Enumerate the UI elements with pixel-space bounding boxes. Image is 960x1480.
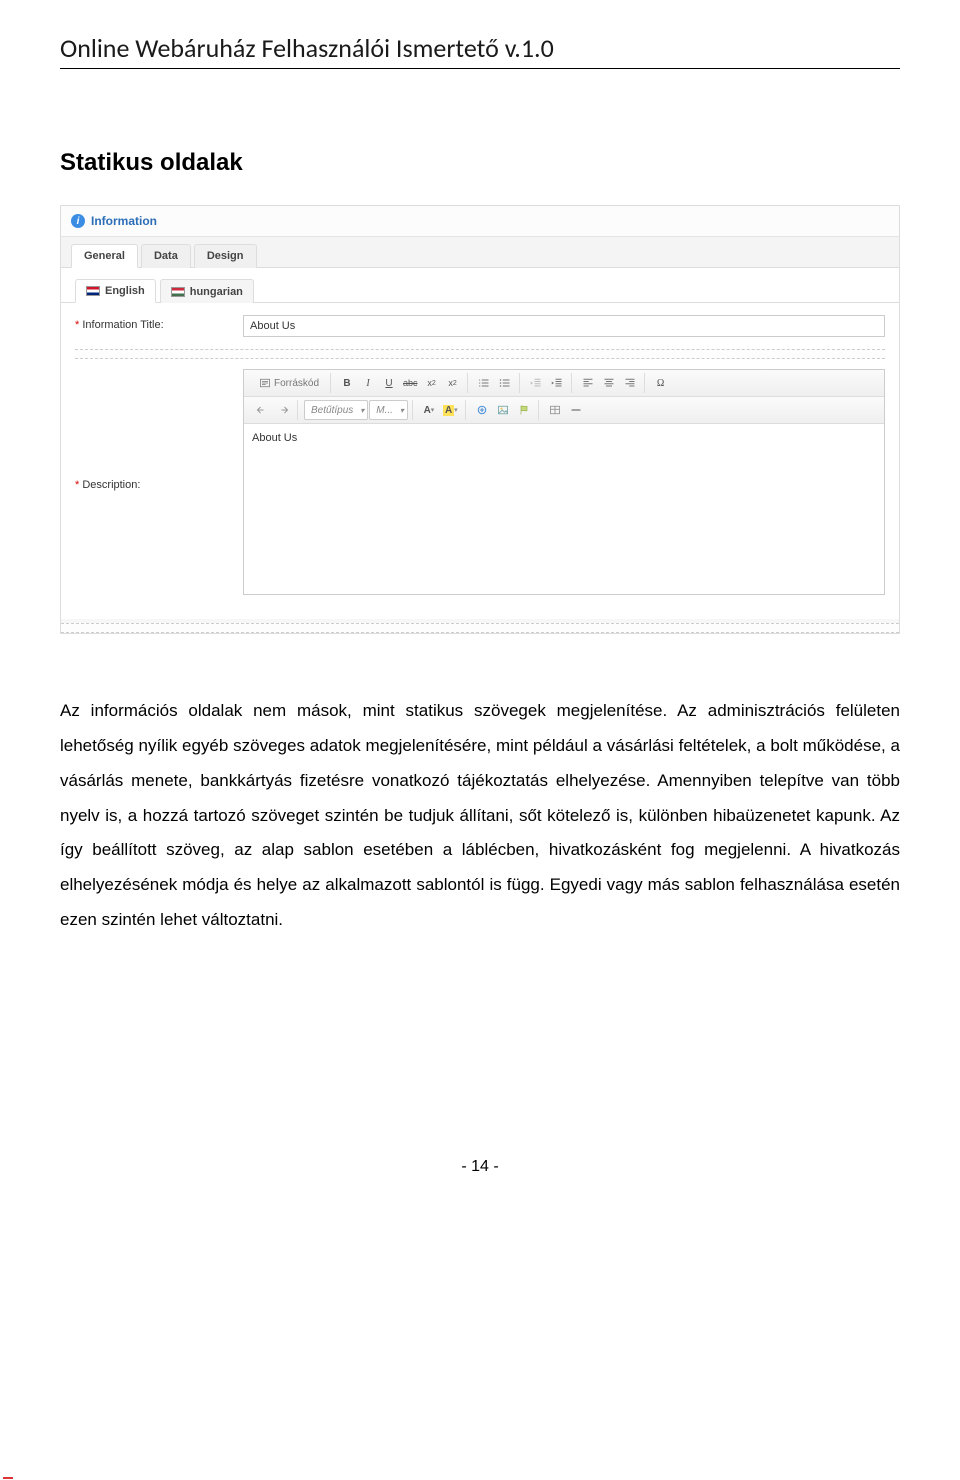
align-center-button[interactable] [599, 373, 619, 393]
tab-data[interactable]: Data [141, 244, 191, 268]
text-color-button[interactable]: A▾ [419, 400, 439, 420]
align-right-icon [624, 377, 636, 389]
redo-button[interactable] [273, 400, 293, 420]
table-icon [549, 404, 561, 416]
lang-tab-english[interactable]: English [75, 279, 156, 303]
link-icon [476, 404, 488, 416]
row-divider [75, 349, 885, 359]
panel-header: i Information [61, 206, 899, 237]
editor-toolbar-2: Betűtípus M... A▾ A▾ [244, 397, 884, 424]
editor-content[interactable]: About Us [244, 424, 884, 594]
outdent-button[interactable] [526, 373, 546, 393]
lang-tab-hungarian[interactable]: hungarian [160, 279, 254, 303]
information-title-input[interactable] [243, 315, 885, 337]
flag-en-icon [86, 286, 100, 296]
label-information-title: * Information Title: [75, 315, 235, 331]
underline-button[interactable]: U [379, 373, 399, 393]
flag-button[interactable] [514, 400, 534, 420]
source-button[interactable]: Forráskód [252, 373, 326, 393]
table-button[interactable] [545, 400, 565, 420]
font-family-dropdown[interactable]: Betűtípus [304, 400, 368, 420]
body-paragraph: Az információs oldalak nem mások, mint s… [60, 694, 900, 938]
lang-label-hungarian: hungarian [190, 286, 243, 298]
rich-text-editor: Forráskód B I U abc x2 x2 [243, 369, 885, 595]
numbered-list-icon: 123 [478, 377, 490, 389]
font-size-dropdown[interactable]: M... [369, 400, 408, 420]
info-icon: i [71, 214, 85, 228]
image-icon [497, 404, 509, 416]
align-left-button[interactable] [578, 373, 598, 393]
redo-icon [277, 404, 289, 416]
bullet-list-icon [499, 377, 511, 389]
undo-button[interactable] [252, 400, 272, 420]
link-button[interactable] [472, 400, 492, 420]
row-information-title: * Information Title: [75, 315, 885, 337]
tab-design[interactable]: Design [194, 244, 257, 268]
lang-label-english: English [105, 285, 145, 297]
main-tabs: General Data Design [61, 237, 899, 268]
indent-icon [551, 377, 563, 389]
hr-icon [570, 404, 582, 416]
undo-icon [256, 404, 268, 416]
bg-color-button[interactable]: A▾ [440, 400, 461, 420]
align-left-icon [582, 377, 594, 389]
tab-general[interactable]: General [71, 244, 138, 268]
flag-hu-icon [171, 287, 185, 297]
bold-button[interactable]: B [337, 373, 357, 393]
hr-button[interactable] [566, 400, 586, 420]
document-header: Online Webáruház Felhasználói Ismertető … [60, 32, 900, 69]
page-footer: - 14 - [60, 1158, 900, 1176]
panel-bottom-divider [61, 623, 899, 633]
omega-button[interactable]: Ω [651, 373, 671, 393]
svg-text:3: 3 [478, 384, 480, 388]
numbered-list-button[interactable]: 123 [474, 373, 494, 393]
align-center-icon [603, 377, 615, 389]
text-color-swatch [3, 1477, 13, 1479]
source-label: Forráskód [274, 378, 319, 389]
language-tabs: English hungarian [61, 268, 899, 303]
label-text-title: Information Title: [82, 319, 163, 331]
editor-toolbar-1: Forráskód B I U abc x2 x2 [244, 370, 884, 397]
indent-button[interactable] [547, 373, 567, 393]
flag-icon [518, 404, 530, 416]
label-text-description: Description: [82, 479, 140, 491]
italic-button[interactable]: I [358, 373, 378, 393]
label-description: * Description: [75, 369, 235, 595]
form-area: * Information Title: * Description: For [61, 303, 899, 619]
image-button[interactable] [493, 400, 513, 420]
panel-title: Information [91, 214, 157, 228]
bullet-list-button[interactable] [495, 373, 515, 393]
row-description: * Description: Forráskód B I [75, 369, 885, 595]
source-icon [259, 377, 271, 389]
information-panel: i Information General Data Design Englis… [60, 205, 900, 634]
strike-button[interactable]: abc [400, 373, 421, 393]
superscript-button[interactable]: x2 [443, 373, 463, 393]
subscript-button[interactable]: x2 [422, 373, 442, 393]
section-title: Statikus oldalak [60, 149, 900, 177]
align-right-button[interactable] [620, 373, 640, 393]
outdent-icon [530, 377, 542, 389]
